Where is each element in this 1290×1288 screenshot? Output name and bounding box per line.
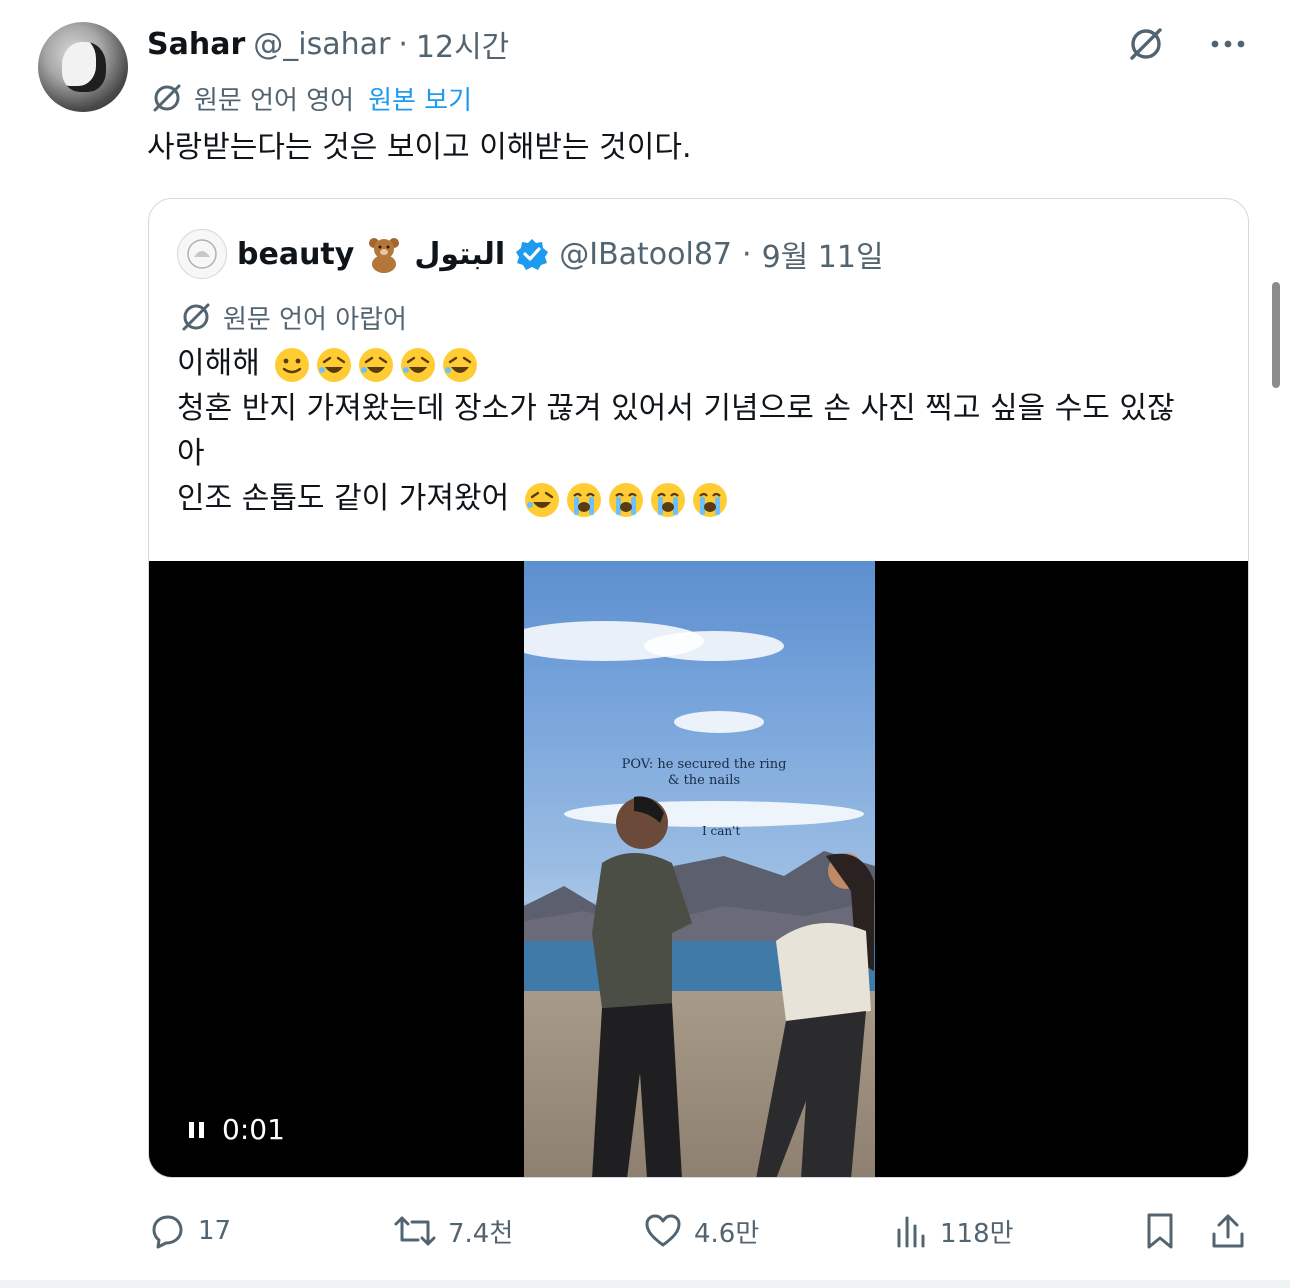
separator-dot: · [398,26,408,62]
video-caption-line-3: I can't [702,824,741,838]
share-button[interactable] [1210,1208,1246,1254]
bookmark-button[interactable] [1144,1208,1176,1254]
quote-author-avatar[interactable] [177,229,227,279]
pause-icon[interactable] [189,1121,204,1138]
video-player[interactable]: POV: he secured the ring & the nails I c… [149,561,1248,1177]
loudly-crying-icon [608,482,643,517]
quote-line-4: 인조 손톱도 같이 가져왔어 [177,476,1217,521]
scrollbar-thumb[interactable] [1272,282,1280,388]
video-timestamp: 0:01 [222,1113,285,1146]
rolling-laughing-icon [359,347,394,382]
cat-avatar-image [62,42,106,92]
quote-author-name-arabic[interactable]: البتول [414,237,505,272]
rolling-laughing-icon [401,347,436,382]
video-caption-small: I can't [702,823,740,839]
author-name[interactable]: Sahar [147,27,245,62]
quote-translation-label: 원문 언어 아랍어 [223,304,407,335]
grok-button[interactable] [1124,24,1168,64]
repost-button[interactable]: 7.4천 [394,1208,513,1254]
verified-badge-icon [516,239,549,270]
grok-slash-icon [1130,28,1162,60]
translate-icon [182,303,210,331]
post-text: 사랑받는다는 것은 보이고 이해받는 것이다. [147,130,692,165]
author-handle[interactable]: @_isahar [253,27,390,62]
views-icon [897,1216,925,1248]
slightly-smiling-face-icon [275,347,310,382]
rolling-laughing-icon [317,347,352,382]
video-caption-line-1: POV: he secured the ring [621,757,787,772]
like-icon [645,1214,681,1247]
quote-text: 이해해 청혼 반지 가져왔는데 장소가 끊겨 있어서 기념으로 손 사진 찍고 … [177,341,1217,521]
show-original-link[interactable]: 원본 보기 [368,80,472,117]
quote-header: beauty البتول @IBatool87 · 9월 11일 [177,229,884,279]
quote-date[interactable]: 9월 11일 [762,232,884,276]
reply-button[interactable]: 17 [148,1208,231,1254]
quote-translation-notice: 원문 언어 아랍어 [179,297,407,337]
separator-dot: · [742,236,752,272]
logo-icon [187,239,217,269]
repost-count: 7.4천 [448,1218,514,1249]
repost-icon [394,1216,436,1246]
more-options-button[interactable] [1206,24,1250,64]
teddy-bear-icon [369,238,400,273]
post-top-actions [1124,24,1250,64]
quote-author-name[interactable]: beauty [237,237,354,272]
translate-icon [153,84,181,112]
reply-count: 17 [198,1216,232,1246]
translation-notice: 원문 언어 영어 원본 보기 [150,78,472,118]
rolling-laughing-icon [524,482,559,517]
author-avatar[interactable] [38,22,128,112]
quote-line-3: 아 [177,436,205,471]
cloud-shape [674,711,764,733]
like-button[interactable]: 4.6만 [644,1208,759,1254]
loudly-crying-icon [692,482,727,517]
views-button[interactable]: 118만 [894,1208,1014,1254]
loudly-crying-icon [566,482,601,517]
man-figure [592,796,692,1177]
loudly-crying-icon [650,482,685,517]
share-icon [1212,1214,1244,1248]
video-controls: 0:01 [189,1113,285,1146]
like-count: 4.6만 [694,1218,760,1249]
divider [0,1280,1290,1288]
quote-line-1: 이해해 [177,341,1217,386]
video-frame: POV: he secured the ring & the nails I c… [524,561,875,1177]
quote-line-2: 청혼 반지 가져왔는데 장소가 끊겨 있어서 기념으로 손 사진 찍고 싶을 수… [177,391,1175,426]
reply-icon [152,1215,183,1249]
cloud-shape [644,631,784,661]
quote-author-handle[interactable]: @IBatool87 [559,237,732,272]
bookmark-icon [1147,1213,1173,1249]
post-time[interactable]: 12시간 [416,22,509,66]
translation-label: 원문 언어 영어 [194,85,355,116]
view-count: 118만 [940,1218,1014,1249]
woman-figure [756,853,874,1177]
quoted-post[interactable]: beauty البتول @IBatool87 · 9월 11일 원문 언어 … [148,198,1249,1178]
post-header: Sahar @_isahar · 12시간 [147,22,509,66]
rolling-laughing-icon [443,347,478,382]
post-action-bar: 17 7.4천 4.6만 118만 [148,1208,1248,1254]
more-icon [1211,40,1245,48]
